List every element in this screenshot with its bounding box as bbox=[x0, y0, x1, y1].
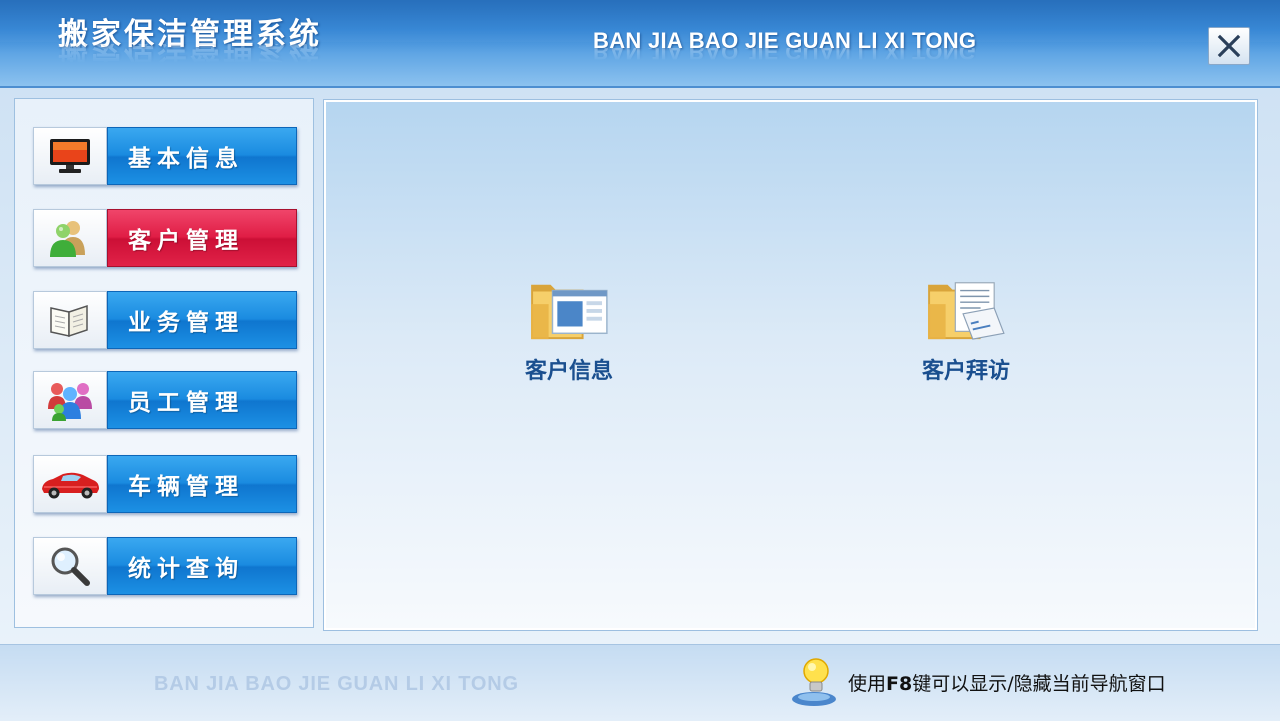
nav-item-label: 统计查询 bbox=[128, 556, 244, 582]
nav-icon-box bbox=[33, 455, 107, 513]
lightbulb-icon bbox=[792, 658, 836, 706]
navigation-panel: 基本信息 客户管理 业务管理 员工管理 车辆管理 统计查询 bbox=[14, 98, 314, 628]
nav-item-staff-management[interactable]: 员工管理 bbox=[33, 371, 297, 429]
nav-item-label: 员工管理 bbox=[128, 390, 244, 416]
nav-icon-box bbox=[33, 209, 107, 267]
hint-suffix: 键可以显示/隐藏当前导航窗口 bbox=[912, 673, 1166, 695]
nav-item-label: 基本信息 bbox=[128, 146, 244, 172]
footer-watermark: BAN JIA BAO JIE GUAN LI XI TONG bbox=[154, 673, 519, 695]
nav-item-business-management[interactable]: 业务管理 bbox=[33, 291, 297, 349]
content-panel: 客户信息 客户拜访 bbox=[323, 99, 1258, 631]
monitor-icon bbox=[50, 139, 90, 173]
group-icon bbox=[48, 383, 92, 421]
app-title-reflection: 搬家保洁管理系统 bbox=[58, 44, 322, 65]
nav-item-customer-management[interactable]: 客户管理 bbox=[33, 209, 297, 267]
tile-label: 客户拜访 bbox=[921, 359, 1010, 384]
nav-item-vehicle-management[interactable]: 车辆管理 bbox=[33, 455, 297, 513]
book-icon bbox=[50, 304, 88, 338]
users-icon bbox=[50, 221, 85, 257]
nav-item-label: 业务管理 bbox=[128, 310, 244, 336]
main-area: 基本信息 客户管理 业务管理 员工管理 车辆管理 统计查询 客户信息 客户拜访 bbox=[0, 88, 1280, 644]
hint-prefix: 使用 bbox=[848, 673, 887, 695]
nav-icon-box bbox=[33, 537, 107, 595]
hint-key: F8 bbox=[886, 673, 913, 695]
nav-label-box: 客户管理 bbox=[107, 209, 297, 267]
nav-icon-box bbox=[33, 371, 107, 429]
car-icon bbox=[42, 472, 99, 499]
nav-label-box: 车辆管理 bbox=[107, 455, 297, 513]
nav-item-basic-info[interactable]: 基本信息 bbox=[33, 127, 297, 185]
status-bar: BAN JIA BAO JIE GUAN LI XI TONG 使用F8键可以显… bbox=[0, 644, 1280, 721]
folder-document-icon bbox=[928, 282, 1005, 340]
nav-item-statistics-query[interactable]: 统计查询 bbox=[33, 537, 297, 595]
tile-label: 客户信息 bbox=[524, 359, 613, 384]
nav-label-box: 基本信息 bbox=[107, 127, 297, 185]
nav-label-box: 业务管理 bbox=[107, 291, 297, 349]
folder-window-icon bbox=[531, 284, 608, 340]
hint-text: 使用F8键可以显示/隐藏当前导航窗口 bbox=[848, 669, 1166, 696]
tile-customer-info[interactable]: 客户信息 bbox=[499, 275, 639, 385]
magnifier-icon bbox=[51, 547, 90, 586]
title-bar: 搬家保洁管理系统 搬家保洁管理系统 BAN JIA BAO JIE GUAN L… bbox=[0, 0, 1280, 88]
close-button[interactable] bbox=[1208, 27, 1250, 65]
close-icon bbox=[1217, 34, 1241, 58]
nav-item-label: 车辆管理 bbox=[128, 474, 244, 500]
nav-icon-box bbox=[33, 291, 107, 349]
nav-label-box: 员工管理 bbox=[107, 371, 297, 429]
app-title-en-reflection: BAN JIA BAO JIE GUAN LI XI TONG bbox=[593, 48, 977, 64]
nav-item-label: 客户管理 bbox=[128, 228, 244, 254]
nav-label-box: 统计查询 bbox=[107, 537, 297, 595]
app-title-block: 搬家保洁管理系统 搬家保洁管理系统 bbox=[58, 16, 322, 76]
app-title-en-block: BAN JIA BAO JIE GUAN LI XI TONG BAN JIA … bbox=[593, 28, 976, 74]
nav-icon-box bbox=[33, 127, 107, 185]
tile-customer-visit[interactable]: 客户拜访 bbox=[896, 275, 1036, 385]
